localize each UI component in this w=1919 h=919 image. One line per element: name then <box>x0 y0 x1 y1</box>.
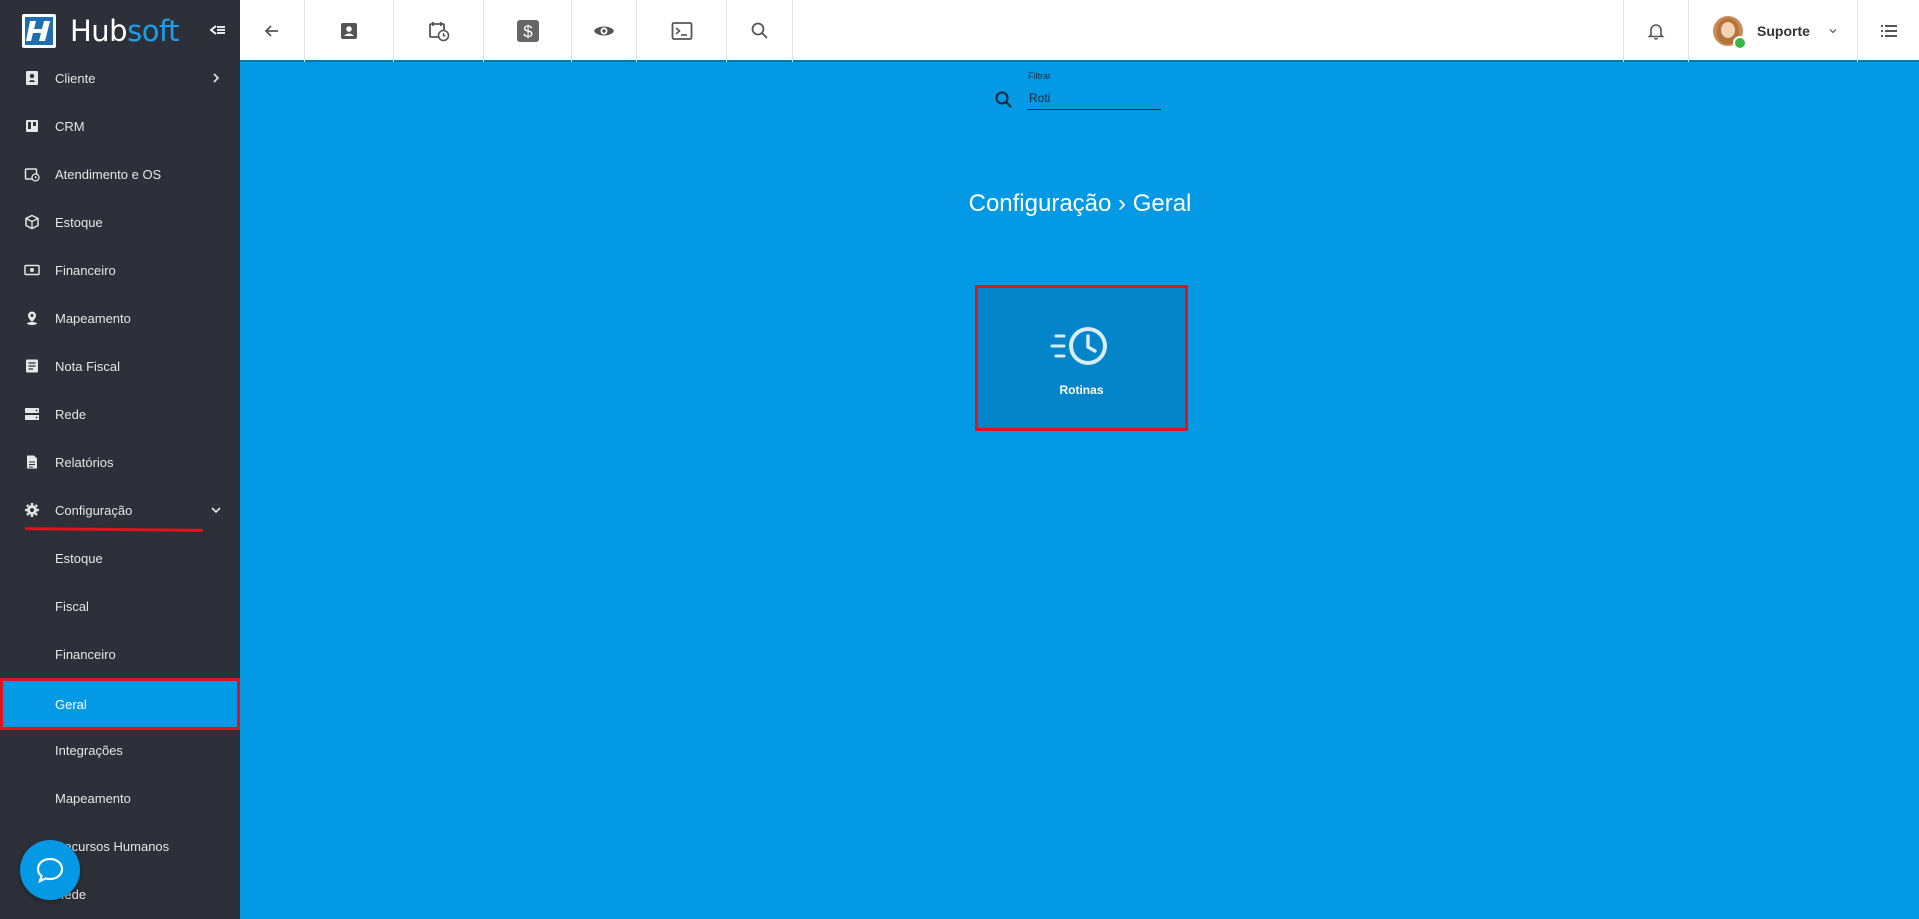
search-shortcut-button[interactable] <box>727 0 793 62</box>
search-icon <box>995 91 1012 108</box>
sidebar-item-label: CRM <box>55 118 85 134</box>
chevron-down-icon <box>211 507 221 514</box>
eye-icon <box>594 26 614 36</box>
brand-name-hub: Hub <box>70 14 128 48</box>
search-icon <box>751 22 768 39</box>
sidebar-item-label: Configuração <box>55 502 133 518</box>
tile-label: Rotinas <box>1059 383 1104 397</box>
clientes-shortcut-button[interactable] <box>305 0 394 62</box>
calendar-clock-icon <box>24 168 40 182</box>
map-pin-icon <box>27 311 37 325</box>
monitoramento-shortcut-button[interactable] <box>572 0 637 62</box>
sidebar-subitem-fiscal[interactable]: Fiscal <box>0 582 240 630</box>
contact-card-icon <box>341 23 357 39</box>
invoice-icon <box>26 359 38 373</box>
collapse-sidebar-icon[interactable] <box>208 20 228 40</box>
user-name: Suporte <box>1757 23 1810 39</box>
calendar-clock-icon <box>428 22 449 42</box>
filter-field: Filtrar <box>990 68 1170 114</box>
sidebar-item-label: Relatórios <box>55 454 114 470</box>
sidebar-item-label: Estoque <box>55 214 103 230</box>
sidebar-item-financeiro[interactable]: Financeiro <box>0 246 240 294</box>
sidebar-item-mapeamento[interactable]: Mapeamento <box>0 294 240 342</box>
sidebar-subitem-label: Integrações <box>55 742 123 758</box>
sidebar-item-label: Atendimento e OS <box>55 166 162 182</box>
sidebar-item-label: Rede <box>55 406 87 422</box>
contact-card-icon <box>26 71 38 85</box>
sidebar: Hubsoft Cliente CRM Atendimento e OS Est… <box>0 0 240 919</box>
svg-text:$: $ <box>523 22 533 41</box>
sidebar-item-relatorios[interactable]: Relatórios <box>0 438 240 486</box>
avatar <box>1713 16 1747 50</box>
sidebar-subitem-financeiro[interactable]: Financeiro <box>0 630 240 678</box>
sidebar-item-label: Mapeamento <box>55 310 131 326</box>
sidebar-item-label: Cliente <box>55 70 96 86</box>
dollar-icon: $ <box>516 20 539 42</box>
terminal-icon <box>671 22 692 40</box>
rotinas-tile[interactable]: Rotinas <box>975 285 1188 431</box>
filter-label: Filtrar <box>1028 71 1051 81</box>
sidebar-item-crm[interactable]: CRM <box>0 102 240 150</box>
chat-widget-button[interactable] <box>20 840 80 900</box>
brand-name-soft: soft <box>127 14 180 48</box>
brand-name: Hubsoft <box>70 14 180 48</box>
trello-board-icon <box>26 120 38 132</box>
filter-input[interactable] <box>1027 86 1161 110</box>
server-icon <box>25 408 39 420</box>
chevron-down-icon <box>1829 29 1837 34</box>
breadcrumb: Configuração › Geral <box>968 190 1192 217</box>
online-status-icon <box>1733 36 1747 50</box>
sidebar-subitem-estoque[interactable]: Estoque <box>0 534 240 582</box>
list-menu-icon <box>1880 25 1897 37</box>
money-icon <box>24 264 40 276</box>
main-menu-button[interactable] <box>1857 0 1919 62</box>
back-arrow-icon <box>264 25 278 37</box>
report-icon <box>27 455 37 469</box>
sidebar-subitem-label: Mapeamento <box>55 790 131 806</box>
gear-icon <box>25 503 39 517</box>
top-toolbar: $ Suporte <box>240 0 1919 62</box>
sidebar-subitem-label: Geral <box>55 696 87 712</box>
avatar-face <box>1721 22 1735 38</box>
sidebar-subitem-mapeamento[interactable]: Mapeamento <box>0 774 240 822</box>
sidebar-subitem-geral[interactable]: Geral <box>0 678 240 730</box>
atendimento-shortcut-button[interactable] <box>394 0 484 62</box>
box-icon <box>25 214 39 230</box>
bell-icon <box>1647 24 1665 40</box>
chat-bubble-icon <box>36 857 64 883</box>
user-menu[interactable]: Suporte <box>1688 0 1857 62</box>
chevron-right-icon <box>213 73 220 83</box>
sidebar-subitem-integracoes[interactable]: Integrações <box>0 726 240 774</box>
clock-fast-icon <box>1050 327 1107 365</box>
sidebar-item-atendimento[interactable]: Atendimento e OS <box>0 150 240 198</box>
sidebar-subitem-label: Fiscal <box>55 598 89 614</box>
sidebar-item-cliente[interactable]: Cliente <box>0 54 240 102</box>
hubsoft-logo[interactable] <box>22 14 56 48</box>
sidebar-item-nota-fiscal[interactable]: Nota Fiscal <box>0 342 240 390</box>
notifications-button[interactable] <box>1623 0 1688 62</box>
terminal-shortcut-button[interactable] <box>637 0 727 62</box>
sidebar-subitem-label: Financeiro <box>55 646 116 662</box>
sidebar-item-label: Financeiro <box>55 262 116 278</box>
sidebar-item-estoque[interactable]: Estoque <box>0 198 240 246</box>
sidebar-subitem-label: Estoque <box>55 550 103 566</box>
financeiro-shortcut-button[interactable]: $ <box>484 0 572 62</box>
sidebar-item-label: Nota Fiscal <box>55 358 121 374</box>
brand-header: Hubsoft <box>0 0 240 62</box>
sidebar-item-rede[interactable]: Rede <box>0 390 240 438</box>
back-button[interactable] <box>240 0 305 62</box>
